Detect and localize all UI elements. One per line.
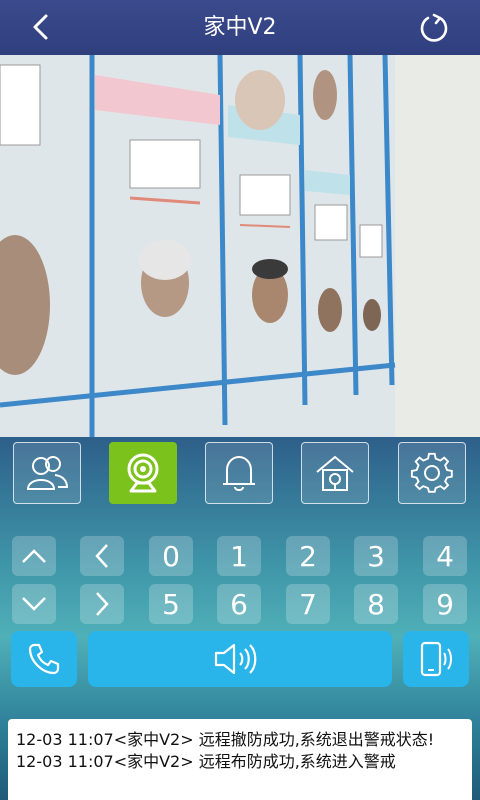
contacts-tile[interactable] [13, 442, 81, 504]
digit-key[interactable]: 8 [354, 584, 398, 624]
up-button[interactable] [12, 536, 56, 576]
call-button[interactable] [11, 631, 77, 687]
home-icon [316, 455, 354, 491]
digit-key[interactable]: 5 [149, 584, 193, 624]
settings-tile[interactable] [398, 442, 466, 504]
chevron-down-icon [22, 597, 46, 611]
camera-live-view[interactable] [0, 55, 480, 437]
bell-icon [223, 455, 255, 491]
camera-icon [127, 453, 159, 493]
digit-key[interactable]: 7 [286, 584, 330, 624]
device-ring-button[interactable] [403, 631, 469, 687]
digit-key[interactable]: 6 [217, 584, 261, 624]
digit-key[interactable]: 4 [423, 536, 467, 576]
users-icon [26, 456, 69, 490]
speak-button[interactable] [88, 631, 392, 687]
log-line: 12-03 11:07<家中V2> 远程撤防成功,系统退出警戒状态! [16, 730, 435, 749]
digit-key[interactable]: 2 [286, 536, 330, 576]
chevron-up-icon [22, 549, 46, 563]
mobile-vibrate-icon [420, 641, 452, 677]
event-log[interactable]: 12-03 11:07<家中V2> 远程撤防成功,系统退出警戒状态! 12-03… [8, 719, 472, 800]
camera-tile[interactable] [109, 442, 177, 504]
digit-key[interactable]: 1 [217, 536, 261, 576]
camera-frame-image [0, 55, 480, 437]
chevron-left-icon [95, 544, 108, 568]
left-button[interactable] [80, 536, 124, 576]
gear-icon [410, 452, 453, 493]
page-title: 家中V2 [203, 15, 277, 40]
phone-icon [28, 643, 60, 675]
title-bar: 家中V2 [0, 0, 480, 55]
speaker-icon [214, 643, 257, 675]
alarm-tile[interactable] [205, 442, 273, 504]
digit-key[interactable]: 0 [149, 536, 193, 576]
refresh-icon[interactable] [418, 12, 450, 44]
digit-key[interactable]: 9 [423, 584, 467, 624]
right-button[interactable] [80, 584, 124, 624]
digit-key[interactable]: 3 [354, 536, 398, 576]
log-line: 12-03 11:07<家中V2> 远程布防成功,系统进入警戒 [16, 752, 396, 771]
home-tile[interactable] [301, 442, 369, 504]
chevron-right-icon [96, 592, 109, 616]
down-button[interactable] [12, 584, 56, 624]
